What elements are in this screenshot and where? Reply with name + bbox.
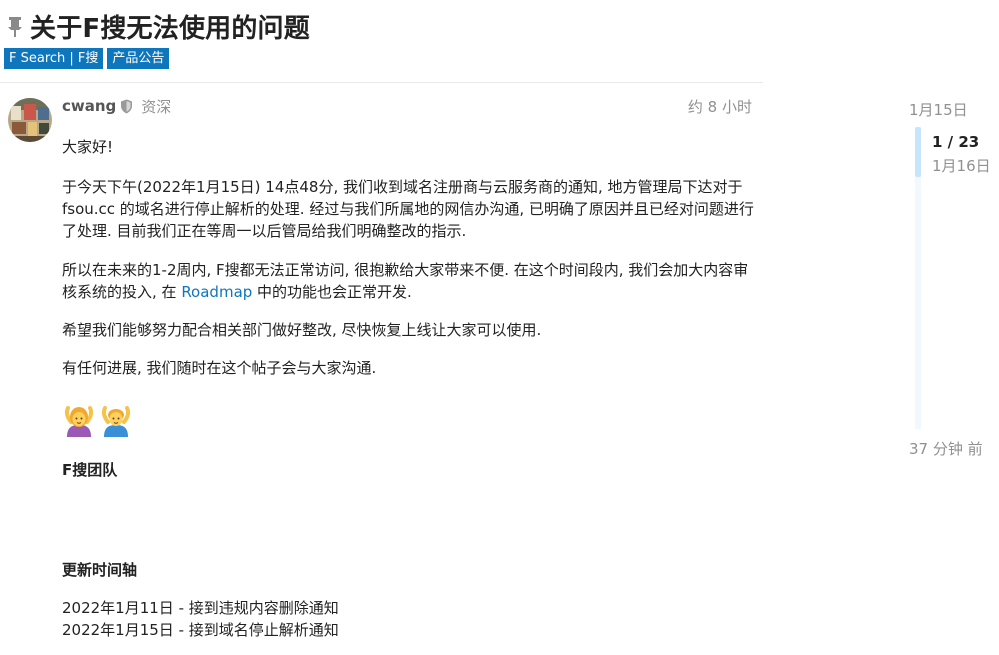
- post-paragraph-3: 希望我们能够努力配合相关部门做好整改, 尽快恢复上线让大家可以使用.: [62, 321, 542, 339]
- category-tag-announcement[interactable]: 产品公告: [107, 48, 170, 69]
- timeline-post-counter: 1 / 23: [932, 133, 980, 151]
- user-title: 资深: [141, 97, 172, 116]
- post-paragraph-4: 有任何进展, 我们随时在这个帖子会与大家沟通.: [62, 359, 377, 377]
- post-paragraph-2: 所以在未来的1-2周内, F搜都无法正常访问, 很抱歉给大家带来不便. 在这个时…: [62, 259, 754, 303]
- roadmap-link[interactable]: Roadmap: [181, 283, 252, 301]
- post-greeting: 大家好!: [62, 138, 114, 156]
- woman-gesturing-ok-icon: [62, 404, 96, 438]
- post-paragraph-1: 于今天下午(2022年1月15日) 14点48分, 我们收到域名注册商与云服务商…: [62, 178, 754, 240]
- update-timeline-heading: 更新时间轴: [62, 561, 138, 579]
- shield-icon: [120, 99, 133, 114]
- username[interactable]: cwang: [62, 97, 116, 115]
- man-gesturing-ok-icon: [99, 404, 133, 438]
- title-divider: [0, 82, 763, 83]
- topic-tags: F Search | F搜 产品公告: [4, 48, 170, 69]
- timeline-last-activity[interactable]: 37 分钟 前: [909, 438, 983, 459]
- timeline-scroll-handle[interactable]: [915, 127, 921, 177]
- post-paragraph-2-text-after: 中的功能也会正常开发.: [252, 283, 412, 301]
- timeline-start-date[interactable]: 1月15日: [909, 99, 968, 120]
- category-tag-f-search[interactable]: F Search | F搜: [4, 48, 104, 69]
- topic-header: 关于F搜无法使用的问题: [6, 8, 310, 45]
- update-timeline-item: 2022年1月11日 - 接到违规内容删除通知: [62, 599, 339, 617]
- topic-page: 关于F搜无法使用的问题 F Search | F搜 产品公告 cwang 资深 …: [0, 0, 999, 655]
- emoji-row: [62, 404, 133, 438]
- topic-title[interactable]: 关于F搜无法使用的问题: [30, 8, 310, 45]
- pin-icon: [6, 16, 24, 38]
- post-meta: cwang 资深 约 8 小时: [62, 95, 752, 117]
- post-date[interactable]: 约 8 小时: [688, 96, 752, 117]
- timeline-current-date: 1月16日: [932, 157, 991, 175]
- avatar[interactable]: [8, 98, 52, 142]
- team-signature: F搜团队: [62, 461, 118, 479]
- update-timeline-item: 2022年1月15日 - 接到域名停止解析通知: [62, 621, 339, 639]
